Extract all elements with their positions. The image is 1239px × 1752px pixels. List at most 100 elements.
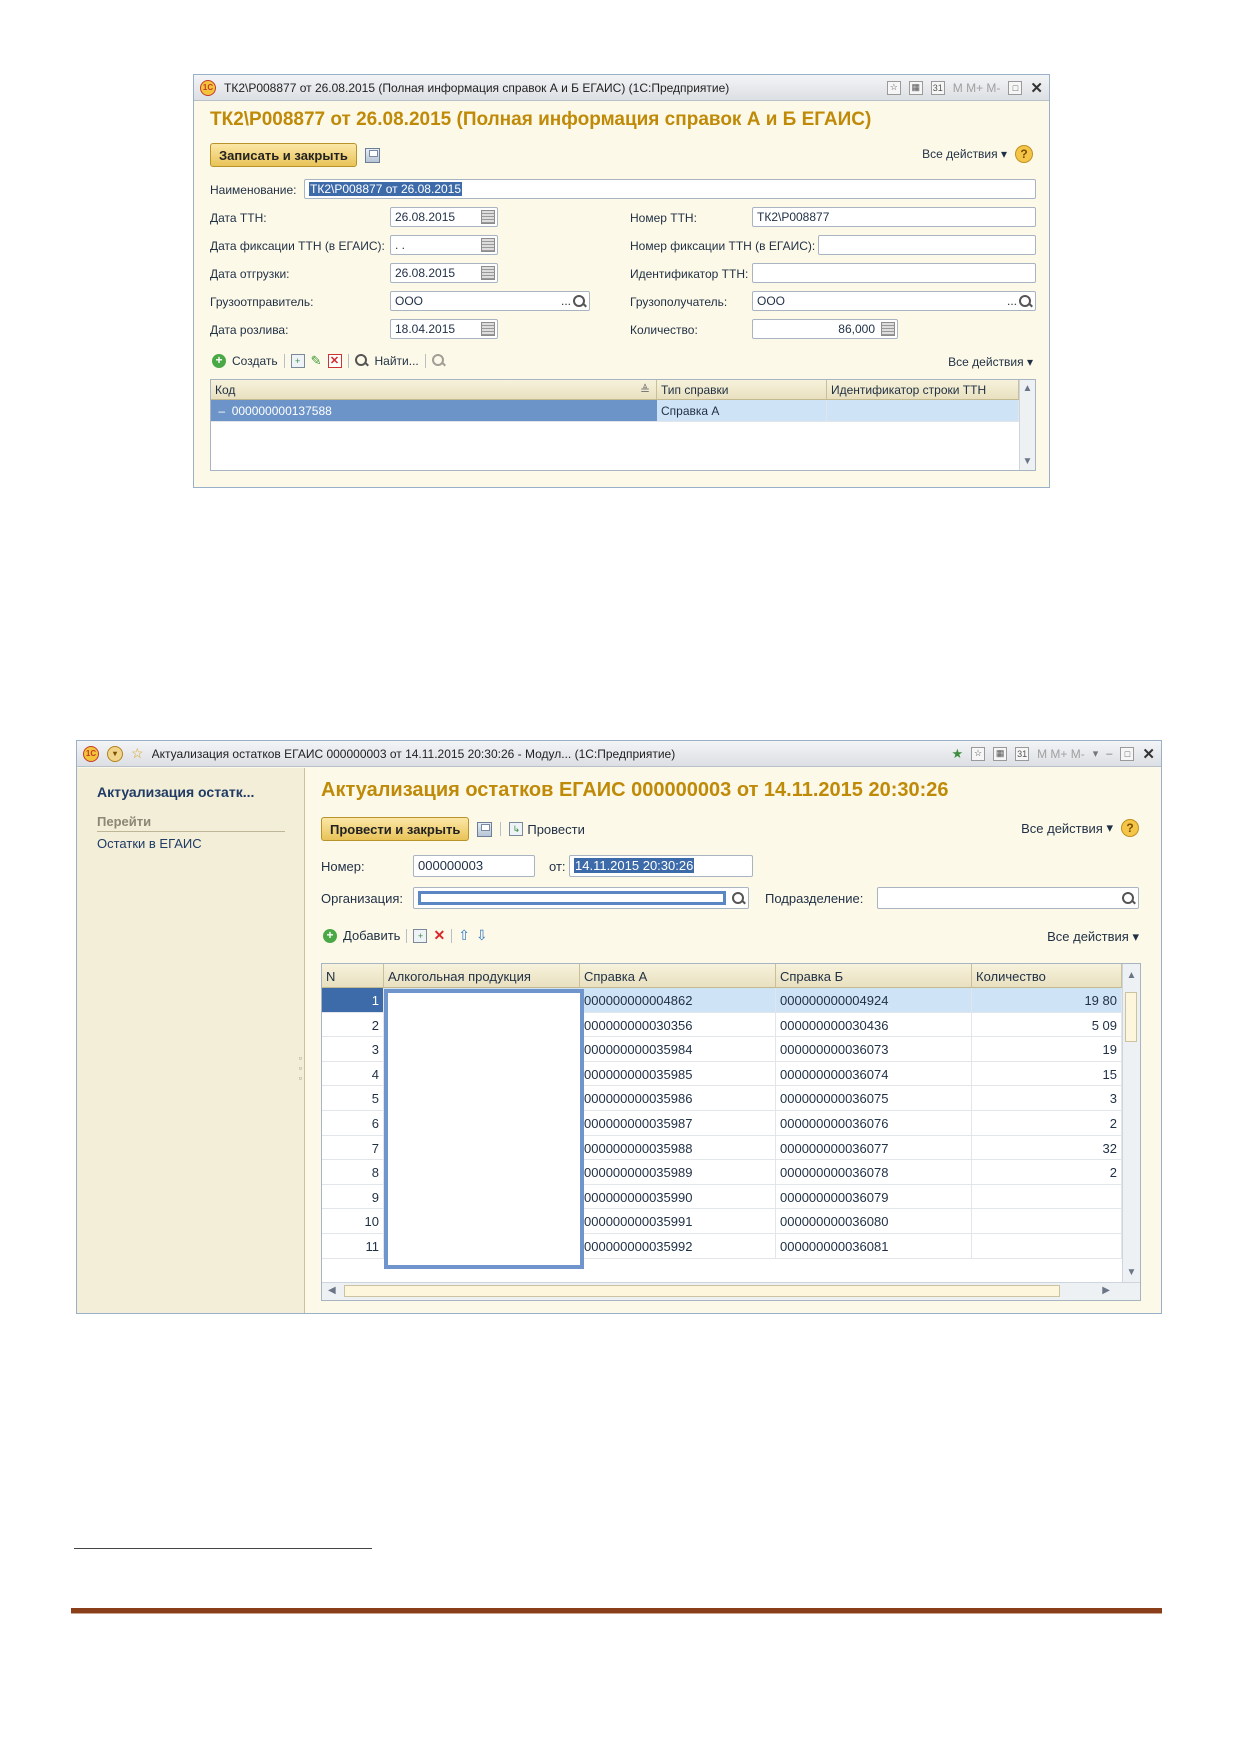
calendar-icon[interactable] bbox=[481, 238, 495, 252]
main-menu-icon[interactable]: ▾ bbox=[107, 745, 123, 762]
delete-icon[interactable]: ✕ bbox=[433, 927, 445, 944]
calculator-icon[interactable] bbox=[881, 322, 895, 336]
ship-date-label: Дата отгрузки: bbox=[210, 267, 290, 281]
post-button[interactable]: ↳ Провести bbox=[509, 822, 585, 837]
maximize-icon[interactable]: □ bbox=[1008, 80, 1023, 95]
help-icon[interactable]: ? bbox=[1015, 145, 1033, 163]
favorites-star-icon[interactable]: ☆ bbox=[131, 745, 144, 762]
collapse-icon[interactable]: – bbox=[215, 404, 232, 418]
minimize-icon[interactable]: – bbox=[1106, 748, 1112, 760]
number-field[interactable]: 000000003 bbox=[413, 855, 535, 877]
column-header-ttn-row-id[interactable]: Идентификатор строки ТТН bbox=[827, 380, 1019, 399]
post-and-close-button[interactable]: Провести и закрыть bbox=[321, 817, 470, 841]
help-icon[interactable]: ? bbox=[1121, 819, 1139, 837]
scroll-up-icon[interactable]: ▲ bbox=[1123, 970, 1140, 981]
save-and-close-button[interactable]: Записать и закрыть bbox=[210, 143, 357, 167]
edit-icon[interactable]: ✎ bbox=[311, 353, 322, 369]
scroll-up-icon[interactable]: ▲ bbox=[1020, 383, 1035, 394]
cell-n: 8 bbox=[322, 1160, 384, 1184]
column-header-product[interactable]: Алкогольная продукция bbox=[384, 964, 580, 987]
save-icon[interactable] bbox=[364, 147, 380, 163]
name-field[interactable]: ТК2\Р008877 от 26.08.2015 bbox=[304, 179, 1036, 199]
nav-link-egais-stock[interactable]: Остатки в ЕГАИС bbox=[97, 836, 202, 851]
search-icon[interactable] bbox=[1122, 892, 1135, 905]
add-favorite-icon[interactable]: ★ bbox=[951, 746, 963, 762]
ttn-id-field[interactable] bbox=[752, 263, 1036, 283]
column-header-cert-b[interactable]: Справка Б bbox=[776, 964, 972, 987]
toolbar-separator bbox=[347, 354, 349, 368]
copy-icon[interactable]: + bbox=[413, 928, 428, 943]
vertical-scrollbar[interactable]: ▲ ▼ bbox=[1019, 380, 1035, 470]
calculator-icon[interactable]: ▦ bbox=[993, 746, 1008, 761]
table-toolbar: + Создать + ✎ ✕ Найти... bbox=[212, 353, 446, 369]
create-button[interactable]: Создать bbox=[232, 354, 278, 368]
scroll-down-icon[interactable]: ▼ bbox=[1123, 1267, 1140, 1278]
cell-type: Справка А bbox=[657, 400, 827, 421]
cell-cert-b: 000000000036078 bbox=[776, 1160, 972, 1184]
table-all-actions-menu[interactable]: Все действия ▾ bbox=[948, 355, 1033, 369]
ship-date-field[interactable]: 26.08.2015 bbox=[390, 263, 498, 283]
consignee-field[interactable]: ООО... bbox=[752, 291, 1036, 311]
scroll-down-icon[interactable]: ▼ bbox=[1020, 456, 1035, 467]
horizontal-scrollbar[interactable]: ◀ ▶ bbox=[322, 1282, 1140, 1300]
stock-table: N Алкогольная продукция Справка А Справк… bbox=[321, 963, 1141, 1301]
column-header-n[interactable]: N bbox=[322, 964, 384, 987]
memory-buttons[interactable]: M M+ M- bbox=[953, 81, 1001, 95]
select-dots-icon[interactable]: ... bbox=[1007, 294, 1017, 308]
department-field[interactable] bbox=[877, 887, 1139, 909]
window-titlebar[interactable]: 1С ТК2\Р008877 от 26.08.2015 (Полная инф… bbox=[194, 75, 1049, 101]
column-header-type[interactable]: Тип справки bbox=[657, 380, 827, 399]
bottling-date-field[interactable]: 18.04.2015 bbox=[390, 319, 498, 339]
ttn-number-field[interactable]: ТК2\Р008877 bbox=[752, 207, 1036, 227]
window-titlebar[interactable]: 1С ▾ ☆ Актуализация остатков ЕГАИС 00000… bbox=[77, 741, 1161, 767]
fix-number-field[interactable] bbox=[818, 235, 1036, 255]
column-header-quantity[interactable]: Количество bbox=[972, 964, 1122, 987]
favorite-icon[interactable]: ☆ bbox=[971, 746, 986, 761]
table-all-actions-menu[interactable]: Все действия ▾ bbox=[1047, 929, 1139, 945]
memory-buttons[interactable]: M M+ M- bbox=[1037, 747, 1085, 761]
cancel-search-icon[interactable] bbox=[431, 354, 446, 368]
column-header-cert-a[interactable]: Справка А bbox=[580, 964, 776, 987]
search-icon[interactable] bbox=[732, 892, 745, 905]
scrollbar-thumb[interactable] bbox=[1125, 992, 1137, 1042]
quantity-field[interactable]: 86,000 bbox=[752, 319, 898, 339]
copy-icon[interactable]: + bbox=[290, 354, 305, 368]
close-icon[interactable]: ✕ bbox=[1030, 79, 1043, 97]
dropdown-icon[interactable]: ▾ bbox=[1093, 747, 1099, 760]
move-up-icon[interactable]: ⇧ bbox=[458, 927, 470, 944]
splitter-handle[interactable]: ▫ ▫ ▫ bbox=[299, 1053, 302, 1083]
all-actions-menu[interactable]: Все действия ▾ ? bbox=[1021, 819, 1139, 837]
scroll-left-icon[interactable]: ◀ bbox=[328, 1285, 336, 1296]
hscrollbar-thumb[interactable] bbox=[344, 1285, 1060, 1297]
search-icon[interactable] bbox=[1019, 295, 1032, 308]
table-toolbar: + Добавить + ✕ ⇧ ⇩ bbox=[323, 927, 488, 944]
ttn-date-field[interactable]: 26.08.2015 bbox=[390, 207, 498, 227]
column-header-code[interactable]: Код ≜ bbox=[211, 380, 657, 399]
select-dots-icon[interactable]: ... bbox=[561, 294, 571, 308]
cell-quantity: 19 80 bbox=[972, 988, 1122, 1012]
find-button[interactable]: Найти... bbox=[375, 354, 419, 368]
all-actions-menu[interactable]: Все действия ▾ ? bbox=[922, 145, 1033, 163]
maximize-icon[interactable]: □ bbox=[1120, 746, 1135, 761]
move-down-icon[interactable]: ⇩ bbox=[476, 927, 488, 944]
shipper-field[interactable]: ООО... bbox=[390, 291, 590, 311]
organization-field[interactable] bbox=[413, 887, 749, 909]
table-row[interactable]: – 000000000137588 Справка А bbox=[211, 400, 1019, 422]
calendar-icon[interactable] bbox=[481, 322, 495, 336]
calendar-icon[interactable]: 31 bbox=[1015, 746, 1030, 761]
add-button[interactable]: Добавить bbox=[343, 928, 400, 943]
delete-icon[interactable]: ✕ bbox=[327, 354, 342, 368]
scroll-right-icon[interactable]: ▶ bbox=[1102, 1285, 1110, 1296]
close-icon[interactable]: ✕ bbox=[1142, 745, 1155, 763]
fix-date-field[interactable]: . . bbox=[390, 235, 498, 255]
save-icon[interactable] bbox=[477, 821, 493, 837]
vertical-scrollbar[interactable]: ▲ ▼ bbox=[1122, 964, 1140, 1282]
favorite-icon[interactable]: ☆ bbox=[886, 80, 901, 95]
calendar-icon[interactable] bbox=[481, 266, 495, 280]
calendar-icon[interactable]: 31 bbox=[930, 80, 945, 95]
calendar-icon[interactable] bbox=[481, 210, 495, 224]
search-icon[interactable] bbox=[573, 295, 586, 308]
calculator-icon[interactable]: ▦ bbox=[908, 80, 923, 95]
cell-cert-b: 000000000030436 bbox=[776, 1012, 972, 1037]
date-field[interactable]: 14.11.2015 20:30:26 bbox=[569, 855, 753, 877]
